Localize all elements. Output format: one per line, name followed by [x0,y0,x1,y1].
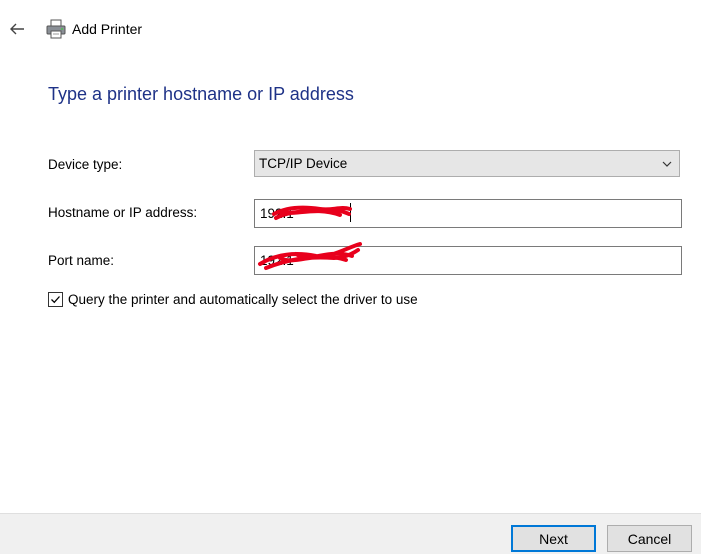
hostname-value: 192.1 [260,206,294,221]
window-title: Add Printer [72,21,143,37]
printer-icon [46,19,66,39]
text-caret [350,203,351,222]
query-printer-checkbox[interactable] [48,292,63,307]
device-type-label: Device type: [48,157,123,172]
port-name-input[interactable]: 192.1 [254,246,682,275]
title-bar: Add Printer [0,0,701,58]
chevron-down-icon [662,161,672,167]
checkmark-icon [51,296,60,304]
back-button[interactable] [6,18,28,40]
next-button[interactable]: Next [511,525,596,552]
back-arrow-icon [10,23,24,35]
cancel-button[interactable]: Cancel [607,525,692,552]
hostname-label: Hostname or IP address: [48,205,198,220]
hostname-input[interactable]: 192.1 [254,199,682,228]
port-name-value: 192.1 [260,253,294,268]
device-type-value: TCP/IP Device [259,156,348,171]
device-type-select[interactable]: TCP/IP Device [254,150,680,177]
page-heading: Type a printer hostname or IP address [48,84,354,104]
query-printer-label[interactable]: Query the printer and automatically sele… [68,292,418,307]
port-name-label: Port name: [48,253,115,268]
